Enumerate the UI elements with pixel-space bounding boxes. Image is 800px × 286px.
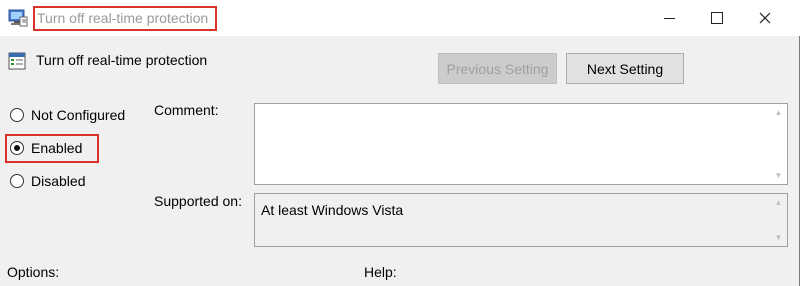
minimize-icon[interactable] <box>646 0 692 36</box>
radio-not-configured[interactable]: Not Configured <box>10 107 125 123</box>
comment-textarea[interactable]: ▲ ▼ <box>254 103 788 185</box>
scroll-down-icon[interactable]: ▼ <box>770 167 787 184</box>
options-label: Options: <box>7 264 60 280</box>
title-bar: Turn off real-time protection <box>0 0 800 36</box>
next-setting-button[interactable]: Next Setting <box>566 53 684 84</box>
radio-label: Disabled <box>31 173 86 189</box>
supported-scrollbar[interactable]: ▲ ▼ <box>770 194 787 246</box>
scroll-up-icon[interactable]: ▲ <box>770 194 787 211</box>
radio-disabled[interactable]: Disabled <box>10 173 85 189</box>
policy-setting-icon <box>8 52 26 70</box>
supported-on-field: At least Windows Vista ▲ ▼ <box>254 193 788 247</box>
radio-button[interactable] <box>10 108 24 122</box>
help-label: Help: <box>364 264 397 280</box>
previous-setting-button[interactable]: Previous Setting <box>438 53 557 84</box>
policy-editor-icon <box>8 9 28 27</box>
comment-scrollbar[interactable]: ▲ ▼ <box>770 104 787 184</box>
comment-label: Comment: <box>154 102 219 118</box>
policy-title: Turn off real-time protection <box>36 52 208 68</box>
supported-on-value: At least Windows Vista <box>261 202 404 218</box>
radio-button[interactable] <box>10 174 24 188</box>
supported-on-label: Supported on: <box>154 193 242 209</box>
close-icon[interactable] <box>742 0 788 36</box>
maximize-icon[interactable] <box>694 0 740 36</box>
scroll-up-icon[interactable]: ▲ <box>770 104 787 121</box>
scroll-down-icon[interactable]: ▼ <box>770 229 787 246</box>
radio-label: Not Configured <box>31 107 126 123</box>
radio-button[interactable] <box>10 141 24 155</box>
window-title: Turn off real-time protection <box>33 6 217 31</box>
radio-label: Enabled <box>31 140 83 156</box>
radio-enabled[interactable]: Enabled <box>10 140 82 156</box>
